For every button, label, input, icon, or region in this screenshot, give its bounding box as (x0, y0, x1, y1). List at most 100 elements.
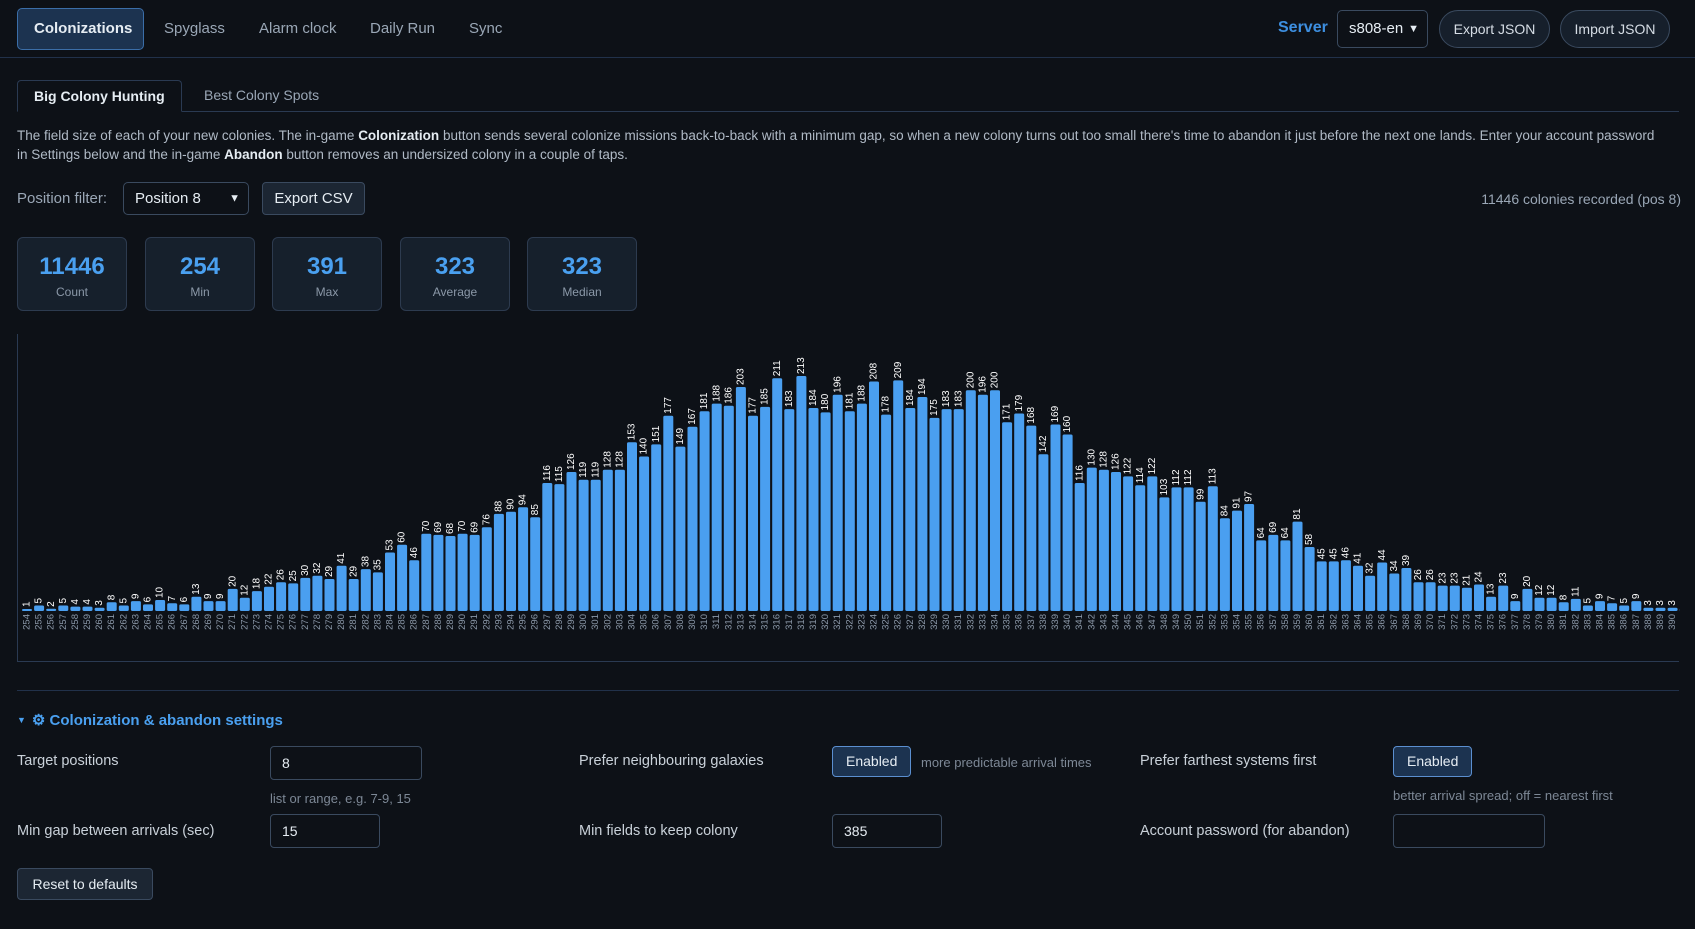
histogram-bar (1401, 568, 1412, 611)
bar-value-label: 140 (639, 437, 650, 454)
export-json-button[interactable]: Export JSON (1439, 10, 1550, 48)
x-tick-label: 350 (1183, 614, 1194, 630)
server-select[interactable]: s808-en ▼ (1337, 10, 1428, 48)
stat-label: Average (432, 285, 478, 299)
import-json-button[interactable]: Import JSON (1560, 10, 1670, 48)
histogram-bar (167, 603, 178, 611)
x-tick-label: 274 (264, 614, 275, 630)
x-tick-label: 353 (1219, 614, 1230, 630)
histogram-bar (1135, 485, 1146, 611)
bar-value-label: 5 (58, 598, 69, 604)
histogram-bar (191, 596, 202, 611)
bar-value-label: 183 (953, 390, 964, 407)
x-tick-label: 322 (844, 614, 855, 630)
x-tick-label: 359 (1292, 614, 1303, 630)
x-tick-label: 269 (203, 614, 214, 630)
bar-value-label: 10 (155, 586, 166, 598)
x-tick-label: 385 (1607, 614, 1618, 630)
target-positions-hint: list or range, e.g. 7-9, 15 (270, 791, 411, 806)
histogram-bar (1643, 607, 1654, 611)
histogram-bar (1002, 422, 1013, 611)
tab-colonizations[interactable]: Colonizations (17, 8, 144, 50)
tab-daily-run[interactable]: Daily Run (354, 8, 451, 50)
histogram-bar (1171, 487, 1182, 611)
histogram-bar (844, 411, 855, 611)
bar-value-label: 3 (1655, 600, 1666, 606)
x-tick-label: 300 (578, 614, 589, 630)
settings-toggle[interactable]: ▼ ⚙ Colonization & abandon settings (17, 711, 283, 729)
bar-value-label: 3 (1667, 600, 1678, 606)
min-gap-input[interactable]: 15 (270, 814, 380, 848)
min-fields-input[interactable]: 385 (832, 814, 942, 848)
bar-value-label: 183 (784, 390, 795, 407)
histogram-bar (856, 403, 867, 611)
target-positions-input[interactable]: 8 (270, 746, 422, 780)
histogram-bar (348, 579, 359, 611)
histogram-bar (1232, 510, 1242, 611)
x-tick-label: 307 (663, 614, 674, 630)
histogram-bar (735, 387, 746, 611)
histogram-bar (893, 380, 904, 611)
bar-value-label: 41 (336, 552, 347, 564)
bar-value-label: 18 (252, 578, 263, 590)
histogram-bar (1510, 601, 1521, 611)
x-tick-label: 346 (1135, 614, 1146, 630)
x-tick-label: 301 (590, 614, 601, 630)
histogram-bar (1195, 501, 1206, 611)
bar-value-label: 68 (445, 522, 456, 534)
x-tick-label: 343 (1098, 614, 1109, 630)
bar-value-label: 178 (881, 395, 892, 412)
bar-value-label: 184 (905, 389, 916, 406)
histogram-bar (1304, 547, 1315, 611)
bar-value-label: 128 (615, 451, 626, 468)
histogram-bar (421, 533, 432, 611)
reset-defaults-button[interactable]: Reset to defaults (17, 868, 153, 900)
tab-spyglass[interactable]: Spyglass (148, 8, 241, 50)
x-tick-label: 342 (1086, 614, 1097, 630)
histogram-bar (1353, 565, 1363, 611)
x-tick-label: 371 (1437, 614, 1448, 630)
bar-value-label: 64 (1280, 527, 1291, 539)
histogram-bar (796, 376, 807, 611)
prefer-farthest-toggle[interactable]: Enabled (1393, 746, 1473, 777)
histogram-bar (397, 544, 408, 611)
bar-value-label: 5 (34, 598, 45, 604)
tab-big-colony-hunting[interactable]: Big Colony Hunting (17, 80, 182, 112)
stat-card-count: 11446 Count (17, 237, 127, 311)
tab-best-colony-spots[interactable]: Best Colony Spots (188, 80, 335, 111)
export-csv-button[interactable]: Export CSV (262, 182, 365, 215)
x-tick-label: 314 (748, 614, 759, 630)
prefer-neighbour-toggle[interactable]: Enabled (832, 746, 912, 777)
position-filter-select[interactable]: Position 8 ▼ (123, 182, 249, 215)
x-tick-label: 361 (1316, 614, 1327, 630)
histogram-bar (324, 579, 335, 611)
bar-value-label: 151 (651, 425, 662, 442)
histogram-bar (336, 565, 347, 611)
histogram-bar (723, 405, 734, 611)
x-tick-label: 378 (1522, 614, 1533, 630)
x-tick-label: 348 (1159, 614, 1170, 630)
stat-value: 254 (179, 253, 221, 280)
stat-label: Count (55, 285, 89, 299)
histogram-bar (1340, 560, 1351, 611)
x-tick-label: 270 (215, 614, 226, 630)
x-tick-label: 381 (1558, 614, 1569, 630)
bar-value-label: 7 (1607, 595, 1618, 601)
x-tick-label: 383 (1582, 614, 1593, 630)
x-tick-label: 349 (1171, 614, 1182, 630)
password-input[interactable] (1393, 814, 1545, 848)
bar-value-label: 180 (820, 393, 831, 410)
tab-alarm-clock[interactable]: Alarm clock (243, 8, 353, 50)
tab-sync[interactable]: Sync (453, 8, 518, 50)
histogram-bar (506, 511, 516, 611)
x-tick-label: 259 (82, 614, 93, 630)
bar-value-label: 88 (494, 500, 505, 512)
histogram-bar (748, 415, 758, 611)
histogram-bar (869, 381, 879, 611)
histogram-bar (1159, 497, 1170, 611)
bar-value-label: 69 (433, 521, 444, 533)
histogram-bar (1437, 585, 1448, 611)
caret-down-icon: ▼ (17, 715, 26, 725)
x-tick-label: 265 (155, 614, 166, 630)
stat-label: Min (190, 285, 210, 299)
